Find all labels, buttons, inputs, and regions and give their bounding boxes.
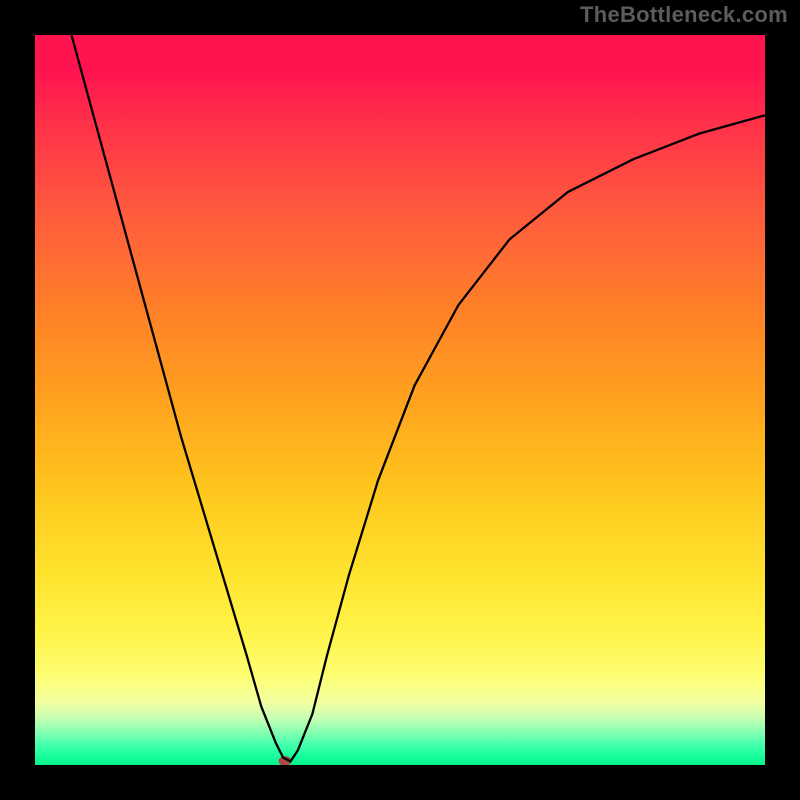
- chart-root: TheBottleneck.com: [0, 0, 800, 800]
- watermark-text: TheBottleneck.com: [580, 2, 788, 28]
- bottleneck-curve: [72, 35, 766, 761]
- plot-area: [35, 35, 765, 765]
- curve-svg: [35, 35, 765, 765]
